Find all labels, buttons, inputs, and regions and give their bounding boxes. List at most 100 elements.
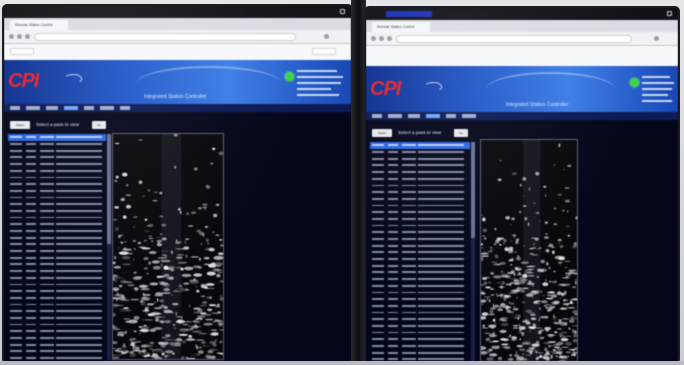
menu-item-7[interactable] xyxy=(120,106,130,110)
select-button[interactable]: Select xyxy=(10,121,30,129)
list-item[interactable] xyxy=(370,249,470,256)
menu-item-3[interactable] xyxy=(46,106,58,110)
list-item[interactable] xyxy=(370,262,470,269)
list-item[interactable] xyxy=(370,303,470,310)
pass-list[interactable] xyxy=(370,142,470,362)
list-item[interactable] xyxy=(8,335,106,342)
back-icon[interactable] xyxy=(371,36,376,41)
list-item[interactable] xyxy=(8,261,106,268)
menu-item-active[interactable] xyxy=(64,106,78,110)
list-item[interactable] xyxy=(8,161,106,168)
list-item[interactable] xyxy=(8,181,106,188)
list-item[interactable] xyxy=(370,316,470,323)
menu-item-5[interactable] xyxy=(446,114,456,118)
menu-item-5[interactable] xyxy=(84,106,94,110)
list-item[interactable] xyxy=(8,301,106,308)
reload-icon[interactable] xyxy=(25,34,30,39)
list-item[interactable] xyxy=(370,162,470,169)
list-item[interactable] xyxy=(370,269,470,276)
list-item[interactable] xyxy=(8,254,106,261)
list-item[interactable] xyxy=(370,155,470,162)
menu-item-1[interactable] xyxy=(372,114,382,118)
list-item[interactable] xyxy=(8,295,106,302)
list-item[interactable] xyxy=(370,343,470,350)
list-item[interactable] xyxy=(370,169,470,176)
list-item[interactable] xyxy=(370,349,470,356)
reload-icon[interactable] xyxy=(387,36,392,41)
list-item[interactable] xyxy=(370,189,470,196)
list-item[interactable] xyxy=(370,242,470,249)
list-item[interactable] xyxy=(370,323,470,330)
list-item[interactable] xyxy=(8,241,106,248)
menu-item-1[interactable] xyxy=(10,106,20,110)
list-item[interactable] xyxy=(370,149,470,156)
list-item[interactable] xyxy=(8,234,106,241)
menu-item-active[interactable] xyxy=(426,114,440,118)
pass-list[interactable] xyxy=(8,134,106,360)
list-item[interactable] xyxy=(8,174,106,181)
list-item[interactable] xyxy=(8,288,106,295)
list-item[interactable] xyxy=(370,182,470,189)
list-item[interactable] xyxy=(8,308,106,315)
list-item[interactable] xyxy=(370,175,470,182)
list-item[interactable] xyxy=(8,214,106,221)
list-item[interactable] xyxy=(370,196,470,203)
list-item[interactable] xyxy=(8,328,106,335)
browser-tab[interactable]: Remote Station Control xyxy=(10,20,68,30)
list-item[interactable] xyxy=(370,329,470,336)
list-item[interactable] xyxy=(8,315,106,322)
address-bar[interactable] xyxy=(34,33,296,41)
pass-list-scrollbar[interactable] xyxy=(471,142,475,362)
list-item[interactable] xyxy=(370,276,470,283)
forward-icon[interactable] xyxy=(379,36,384,41)
list-item[interactable] xyxy=(8,141,106,148)
power-icon[interactable] xyxy=(340,9,345,14)
list-item[interactable] xyxy=(8,147,106,154)
list-item[interactable] xyxy=(8,268,106,275)
menu-icon[interactable] xyxy=(654,36,659,41)
list-item[interactable] xyxy=(8,188,106,195)
list-item[interactable] xyxy=(8,228,106,235)
go-button[interactable]: Go xyxy=(92,121,106,129)
go-button[interactable]: Go xyxy=(454,129,468,137)
list-item[interactable] xyxy=(8,274,106,281)
forward-icon[interactable] xyxy=(17,34,22,39)
list-item[interactable] xyxy=(8,221,106,228)
list-item[interactable] xyxy=(370,142,470,149)
bookmark-button-left[interactable] xyxy=(10,48,34,55)
menu-item-6[interactable] xyxy=(462,114,476,118)
list-item[interactable] xyxy=(370,209,470,216)
scroll-thumb[interactable] xyxy=(107,134,111,244)
menu-item-2[interactable] xyxy=(26,106,40,110)
bookmark-button-right[interactable] xyxy=(312,48,336,55)
list-item[interactable] xyxy=(370,336,470,343)
pass-list-scrollbar[interactable] xyxy=(107,134,111,360)
menu-item-2[interactable] xyxy=(388,114,402,118)
menu-icon[interactable] xyxy=(324,34,329,39)
list-item[interactable] xyxy=(8,201,106,208)
list-item[interactable] xyxy=(8,321,106,328)
list-item[interactable] xyxy=(8,167,106,174)
list-item[interactable] xyxy=(8,134,106,141)
list-item[interactable] xyxy=(370,309,470,316)
list-item[interactable] xyxy=(370,202,470,209)
list-item[interactable] xyxy=(370,222,470,229)
list-item[interactable] xyxy=(8,194,106,201)
list-item[interactable] xyxy=(8,154,106,161)
list-item[interactable] xyxy=(8,355,106,360)
list-item[interactable] xyxy=(8,208,106,215)
address-bar[interactable] xyxy=(396,35,632,43)
scroll-thumb[interactable] xyxy=(471,142,475,238)
back-icon[interactable] xyxy=(9,34,14,39)
list-item[interactable] xyxy=(370,256,470,263)
list-item[interactable] xyxy=(370,229,470,236)
power-icon[interactable] xyxy=(667,11,672,16)
select-button[interactable]: Select xyxy=(372,129,392,137)
list-item[interactable] xyxy=(370,289,470,296)
list-item[interactable] xyxy=(370,282,470,289)
list-item[interactable] xyxy=(8,281,106,288)
browser-tab[interactable]: Remote Station Control xyxy=(372,22,430,32)
menu-item-3[interactable] xyxy=(408,114,420,118)
menu-item-6[interactable] xyxy=(100,106,114,110)
list-item[interactable] xyxy=(8,248,106,255)
